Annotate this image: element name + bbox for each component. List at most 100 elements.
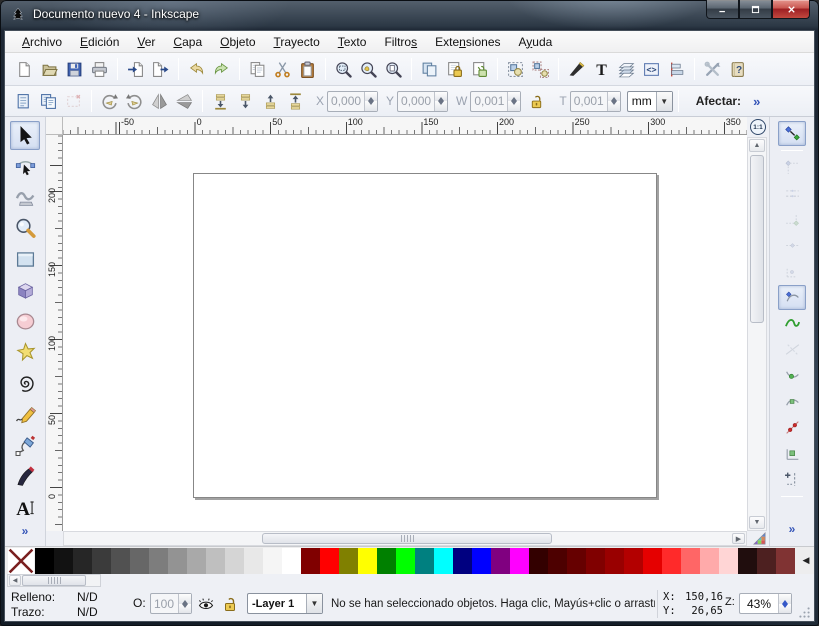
color-management-button[interactable] bbox=[749, 530, 769, 547]
palette-scroll-arrow[interactable]: ◀ bbox=[800, 555, 812, 566]
duplicate-button[interactable] bbox=[417, 56, 442, 82]
palette-swatch[interactable] bbox=[187, 548, 206, 574]
y-field[interactable]: 0,000 bbox=[397, 91, 448, 112]
x-field[interactable]: 0,000 bbox=[327, 91, 378, 112]
palette-swatch[interactable] bbox=[757, 548, 776, 574]
palette-swatch[interactable] bbox=[776, 548, 795, 574]
layer-lock-button[interactable] bbox=[219, 593, 241, 614]
opacity-spinner[interactable]: 100 bbox=[150, 593, 192, 614]
spin-down-button[interactable] bbox=[365, 101, 377, 111]
spin-up-button[interactable] bbox=[608, 92, 620, 102]
ungroup-button[interactable] bbox=[528, 56, 553, 82]
snap-smooth-nodes-button[interactable] bbox=[778, 389, 806, 414]
palette-scrollbar[interactable]: ◀ bbox=[7, 574, 101, 587]
spin-up-button[interactable] bbox=[435, 92, 447, 102]
rectangle-tool-button[interactable] bbox=[10, 245, 40, 274]
canvas[interactable] bbox=[63, 135, 747, 531]
palette-swatch[interactable] bbox=[453, 548, 472, 574]
zoom-spinner[interactable]: 43% bbox=[739, 593, 792, 614]
palette-swatch[interactable] bbox=[624, 548, 643, 574]
spin-up-button[interactable] bbox=[779, 594, 791, 604]
toolbox-overflow-button[interactable]: » bbox=[22, 524, 29, 538]
resize-grip[interactable] bbox=[798, 606, 811, 619]
snap-midpoints-button[interactable] bbox=[778, 415, 806, 440]
close-button[interactable] bbox=[772, 0, 810, 19]
spiral-tool-button[interactable] bbox=[10, 369, 40, 398]
palette-swatch[interactable] bbox=[111, 548, 130, 574]
box3d-tool-button[interactable] bbox=[10, 276, 40, 305]
horizontal-ruler[interactable]: -50050100150200250300350 bbox=[63, 117, 747, 135]
spin-up-button[interactable] bbox=[365, 92, 377, 102]
snap-bbox-centers-button[interactable] bbox=[778, 259, 806, 284]
palette-swatch[interactable] bbox=[377, 548, 396, 574]
palette-swatch[interactable] bbox=[282, 548, 301, 574]
select-all-button[interactable] bbox=[11, 88, 36, 114]
spin-down-button[interactable] bbox=[179, 604, 191, 614]
export-button[interactable] bbox=[148, 56, 173, 82]
zoom-page-button[interactable] bbox=[381, 56, 406, 82]
palette-swatch[interactable] bbox=[73, 548, 92, 574]
lock-dimensions-button[interactable] bbox=[525, 90, 547, 112]
palette-swatch[interactable] bbox=[700, 548, 719, 574]
palette-swatch[interactable] bbox=[54, 548, 73, 574]
palette-swatch[interactable] bbox=[586, 548, 605, 574]
palette-swatch[interactable] bbox=[339, 548, 358, 574]
snap-paths-button[interactable] bbox=[778, 311, 806, 336]
pen-tool-button[interactable] bbox=[10, 431, 40, 460]
t-field[interactable]: 0,001 bbox=[570, 91, 621, 112]
palette-swatch[interactable] bbox=[358, 548, 377, 574]
palette-none-swatch[interactable] bbox=[7, 548, 35, 574]
zoom-1-1-button[interactable]: 1:1 bbox=[747, 117, 769, 137]
maximize-button[interactable] bbox=[739, 0, 772, 19]
flip-vertical-button[interactable] bbox=[172, 88, 197, 114]
menu-item-capa[interactable]: Capa bbox=[164, 32, 211, 52]
spin-down-button[interactable] bbox=[779, 604, 791, 614]
palette-swatch[interactable] bbox=[472, 548, 491, 574]
palette-swatch[interactable] bbox=[738, 548, 757, 574]
menu-item-trayecto[interactable]: Trayecto bbox=[265, 32, 329, 52]
palette-swatch[interactable] bbox=[206, 548, 225, 574]
import-button[interactable] bbox=[123, 56, 148, 82]
layers-dialog-button[interactable] bbox=[614, 56, 639, 82]
vertical-ruler[interactable]: 200150100500 bbox=[46, 135, 63, 531]
preferences-button[interactable] bbox=[700, 56, 725, 82]
node-tool-button[interactable] bbox=[10, 152, 40, 181]
new-document-button[interactable] bbox=[12, 56, 37, 82]
fill-stroke-button[interactable] bbox=[564, 56, 589, 82]
units-selector[interactable]: mm▼ bbox=[627, 91, 673, 112]
palette-swatch[interactable] bbox=[149, 548, 168, 574]
palette-swatch[interactable] bbox=[320, 548, 339, 574]
spin-down-button[interactable] bbox=[608, 101, 620, 111]
palette-swatch[interactable] bbox=[263, 548, 282, 574]
menu-item-ayuda[interactable]: Ayuda bbox=[510, 32, 562, 52]
print-button[interactable] bbox=[87, 56, 112, 82]
palette-swatch[interactable] bbox=[510, 548, 529, 574]
menu-item-texto[interactable]: Texto bbox=[329, 32, 376, 52]
palette-swatch[interactable] bbox=[396, 548, 415, 574]
lower-to-bottom-button[interactable] bbox=[208, 88, 233, 114]
snap-bbox-edges-button[interactable] bbox=[778, 181, 806, 206]
palette-swatch[interactable] bbox=[92, 548, 111, 574]
spin-up-button[interactable] bbox=[179, 594, 191, 604]
rotate-cw-button[interactable] bbox=[122, 88, 147, 114]
palette-swatch[interactable] bbox=[35, 548, 54, 574]
snap-page-border-button[interactable] bbox=[778, 467, 806, 492]
palette-swatch[interactable] bbox=[719, 548, 738, 574]
units-dropdown-button[interactable]: ▼ bbox=[656, 92, 672, 111]
menu-item-extensiones[interactable]: Extensiones bbox=[426, 32, 509, 52]
horizontal-scrollbar-thumb[interactable] bbox=[262, 533, 552, 544]
snap-cusp-nodes-button[interactable] bbox=[778, 363, 806, 388]
palette-swatch[interactable] bbox=[643, 548, 662, 574]
tweak-tool-button[interactable] bbox=[10, 183, 40, 212]
unlink-clone-button[interactable] bbox=[467, 56, 492, 82]
lower-button[interactable] bbox=[233, 88, 258, 114]
help-button[interactable]: ? bbox=[725, 56, 750, 82]
palette-swatch[interactable] bbox=[529, 548, 548, 574]
snap-nodes-button[interactable] bbox=[778, 285, 806, 310]
save-button[interactable] bbox=[62, 56, 87, 82]
layer-dropdown-button[interactable]: ▼ bbox=[306, 594, 322, 613]
text-tool-button[interactable]: A bbox=[10, 493, 40, 522]
undo-button[interactable] bbox=[184, 56, 209, 82]
zoom-drawing-button[interactable] bbox=[356, 56, 381, 82]
palette-swatch[interactable] bbox=[548, 548, 567, 574]
